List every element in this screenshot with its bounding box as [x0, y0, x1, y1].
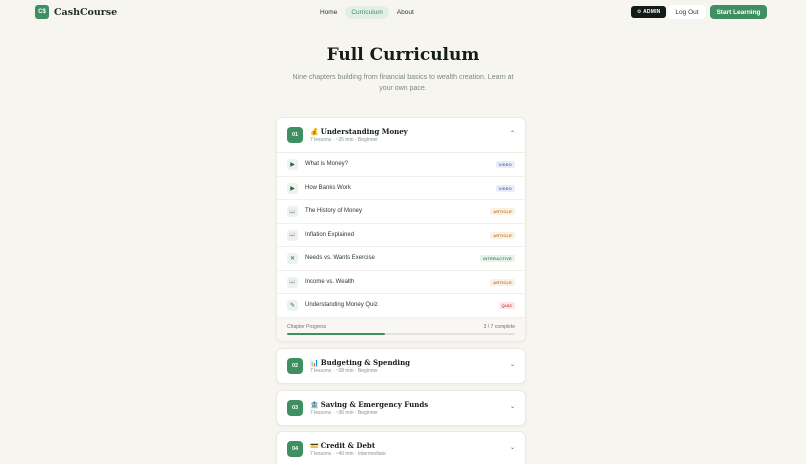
- chapter-header[interactable]: 01 💰 Understanding Money 7 lessons · ~35 …: [277, 118, 525, 152]
- lesson-item[interactable]: ✕ Needs vs. Wants Exercise INTERACTIVE: [277, 247, 525, 271]
- chapter-title-text: Budgeting & Spending: [320, 358, 411, 367]
- chapter-title: 💳 Credit & Debt: [310, 441, 375, 450]
- lesson-type-badge: ARTICLE: [490, 278, 515, 286]
- chapter-title-text: Credit & Debt: [320, 441, 376, 450]
- play-icon: ▶: [287, 182, 298, 194]
- book-icon: 📖: [287, 276, 298, 288]
- book-icon: 📖: [287, 206, 298, 217]
- lesson-title: What is Money?: [305, 161, 349, 167]
- progress-track: [287, 332, 515, 335]
- lesson-type-badge: ARTICLE: [490, 231, 515, 239]
- admin-button[interactable]: ⚙ ADMIN: [631, 6, 667, 18]
- lesson-title: The History of Money: [305, 208, 363, 214]
- progress-label: Chapter Progress: [287, 323, 327, 330]
- progress-fill: [287, 332, 386, 335]
- chevron-down-icon[interactable]: ⌄: [510, 444, 515, 451]
- chapter-title: 🏦 Saving & Emergency Funds: [310, 400, 428, 409]
- progress-count: 3 / 7 complete: [483, 323, 515, 330]
- chart-icon: 📊: [310, 358, 319, 367]
- nav-link-home[interactable]: Home: [314, 6, 343, 19]
- chapter-card-02: 02 📊 Budgeting & Spending 7 lessons · ~38…: [276, 348, 526, 384]
- chapter-number: 01: [287, 127, 303, 143]
- lesson-item[interactable]: ✎ Understanding Money Quiz QUIZ: [277, 294, 525, 318]
- lesson-type-badge: VIDEO: [495, 161, 515, 168]
- page-title: Full Curriculum: [326, 45, 480, 65]
- book-icon: 📖: [287, 229, 298, 241]
- logo-text: CashCourse: [54, 6, 118, 18]
- chapter-header[interactable]: 04 💳 Credit & Debt 7 lessons · ~40 min · …: [277, 432, 525, 464]
- lesson-title: How Banks Work: [305, 184, 351, 191]
- chapter-card-04: 04 💳 Credit & Debt 7 lessons · ~40 min · …: [276, 431, 526, 464]
- chapter-number: 04: [287, 441, 303, 457]
- page-subtitle: Nine chapters building from financial ba…: [292, 74, 514, 92]
- lesson-type-badge: ARTICLE: [490, 208, 515, 215]
- lesson-item[interactable]: 📖 Inflation Explained ARTICLE: [277, 224, 525, 247]
- lesson-item[interactable]: ▶ How Banks Work VIDEO: [277, 177, 525, 200]
- play-icon: ▶: [287, 159, 298, 170]
- lesson-type-badge: QUIZ: [498, 302, 515, 309]
- lesson-title: Understanding Money Quiz: [305, 302, 378, 308]
- start-learning-button[interactable]: Start Learning: [710, 5, 767, 19]
- lesson-title: Income vs. Wealth: [305, 278, 355, 285]
- chapter-header[interactable]: 03 🏦 Saving & Emergency Funds 7 lessons ·…: [277, 391, 525, 425]
- nav-link-about[interactable]: About: [391, 6, 420, 19]
- chapter-meta: 7 lessons · ~40 min · Intermediate: [310, 451, 386, 457]
- lesson-item[interactable]: ▶ What is Money? VIDEO: [277, 153, 525, 177]
- bank-icon: 🏦: [310, 400, 319, 409]
- nav-link-curriculum[interactable]: Curriculum: [345, 6, 389, 19]
- chapter-title-text: Saving & Emergency Funds: [320, 400, 429, 409]
- lesson-item[interactable]: 📖 Income vs. Wealth ARTICLE: [277, 271, 525, 294]
- chapter-card-01: 01 💰 Understanding Money 7 lessons · ~35 …: [276, 117, 526, 342]
- chapter-title-text: Understanding Money: [320, 127, 408, 136]
- chapter-meta: 7 lessons · ~35 min · Beginner: [310, 137, 378, 143]
- chapter-progress: Chapter Progress 3 / 7 complete: [277, 317, 525, 341]
- lesson-type-badge: VIDEO: [495, 184, 515, 192]
- chapter-card-03: 03 🏦 Saving & Emergency Funds 7 lessons ·…: [276, 390, 526, 426]
- chevron-up-icon[interactable]: ⌃: [510, 130, 515, 137]
- lesson-item[interactable]: 📖 The History of Money ARTICLE: [277, 200, 525, 224]
- tools-icon: ✕: [287, 253, 298, 264]
- credit-card-icon: 💳: [310, 441, 319, 450]
- money-bag-icon: 💰: [310, 127, 319, 136]
- chapter-meta: 7 lessons · ~38 min · Beginner: [310, 368, 378, 374]
- chapter-number: 02: [287, 358, 303, 374]
- logo-mark: C$: [35, 5, 49, 19]
- pencil-icon: ✎: [287, 300, 298, 311]
- lesson-title: Needs vs. Wants Exercise: [305, 255, 375, 261]
- top-nav: C$ CashCourse Home Curriculum About ⚙ AD…: [0, 0, 806, 24]
- chevron-down-icon[interactable]: ⌄: [510, 361, 515, 368]
- nav-links: Home Curriculum About: [314, 6, 420, 19]
- chevron-down-icon[interactable]: ⌄: [510, 403, 515, 410]
- chapter-header[interactable]: 02 📊 Budgeting & Spending 7 lessons · ~38…: [277, 349, 525, 383]
- chapter-title: 📊 Budgeting & Spending: [310, 358, 410, 367]
- chapter-number: 03: [287, 400, 303, 416]
- chapter-meta: 7 lessons · ~36 min · Beginner: [310, 410, 378, 416]
- lesson-type-badge: INTERACTIVE: [480, 255, 515, 262]
- lesson-title: Inflation Explained: [305, 231, 355, 238]
- logo[interactable]: C$ CashCourse: [35, 5, 117, 19]
- logout-button[interactable]: Log Out: [668, 5, 706, 19]
- chapter-title: 💰 Understanding Money: [310, 127, 408, 136]
- lesson-list: ▶ What is Money? VIDEO ▶ How Banks Work …: [277, 152, 525, 318]
